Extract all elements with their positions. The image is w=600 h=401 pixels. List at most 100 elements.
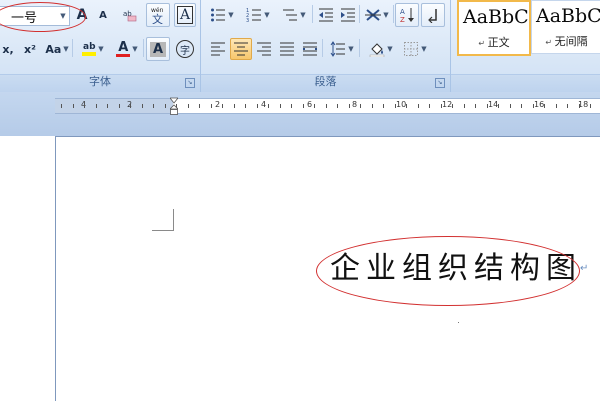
subscript-icon: x, <box>2 42 14 56</box>
ruler-tick <box>72 104 74 108</box>
ruler-tick <box>521 104 522 108</box>
distributed-button[interactable] <box>299 38 321 60</box>
highlighter-icon: ab <box>82 42 97 56</box>
ruler-tick <box>498 104 499 108</box>
style-sample: AaBbC <box>463 6 529 28</box>
ruler-label: 10 <box>396 100 407 109</box>
justify-button[interactable] <box>276 38 298 60</box>
ruler-tick <box>578 104 580 108</box>
ruler-tick <box>567 104 568 108</box>
text-highlight-button[interactable]: ab ▼ <box>76 38 110 60</box>
ruler-tick <box>153 104 154 108</box>
chevron-down-icon[interactable]: ▼ <box>57 12 69 20</box>
shading-button[interactable]: ▼ <box>363 38 399 60</box>
character-shading-button[interactable]: A <box>146 37 170 61</box>
style-name: ↵ 无间隔 <box>545 35 588 48</box>
ruler-tick <box>164 104 166 108</box>
ruler-tick <box>406 104 407 108</box>
font-group-label: 字体 <box>89 75 111 88</box>
bullet-list-icon <box>210 7 226 23</box>
margin-corner-mark <box>152 209 174 231</box>
shrink-font-icon: A <box>99 9 107 21</box>
ruler-label: 12 <box>442 100 453 109</box>
font-dialog-launcher[interactable]: ↘ <box>185 78 195 88</box>
sort-button[interactable]: AZ <box>395 3 419 27</box>
document-title-text[interactable]: 企业组织结构图 <box>330 243 582 287</box>
decrease-indent-button[interactable] <box>315 4 337 26</box>
ruler-tick <box>417 104 419 108</box>
ruler-tick <box>337 104 338 108</box>
ruler-label: 18 <box>578 100 589 109</box>
ruler-label: 14 <box>488 100 499 109</box>
increase-indent-button[interactable] <box>337 4 359 26</box>
ruler-tick <box>440 104 442 108</box>
ruler-label: 2 <box>215 100 221 109</box>
ruler-tick <box>544 104 545 108</box>
subscript-button[interactable]: x, <box>0 38 18 60</box>
superscript-button[interactable]: x² <box>20 38 40 60</box>
svg-text:文: 文 <box>152 12 163 24</box>
separator <box>322 39 323 57</box>
separator <box>393 5 394 23</box>
multilevel-list-icon <box>282 7 298 23</box>
chevron-down-icon: ▼ <box>228 11 234 19</box>
ruler-tick <box>394 104 396 108</box>
ruler-tick <box>199 104 200 108</box>
font-color-button[interactable]: A ▼ <box>111 38 143 60</box>
align-center-button[interactable] <box>230 38 252 60</box>
chinese-layout-button[interactable]: ▼ <box>361 4 393 26</box>
align-left-button[interactable] <box>207 38 229 60</box>
character-border-button[interactable]: A <box>174 3 196 27</box>
enclose-icon: 字 <box>176 40 194 58</box>
clear-formatting-button[interactable]: ab <box>118 4 142 26</box>
document-page[interactable]: 企业组织结构图 ↵ <box>55 136 600 401</box>
horizontal-ruler[interactable]: 4 2 2 4 6 8 10 12 14 16 18 <box>55 98 600 114</box>
chevron-down-icon: ▼ <box>387 45 393 53</box>
align-left-icon <box>210 41 226 57</box>
ruler-tick <box>130 104 131 108</box>
font-group: 字体 ↘ 一号 ▼ A A ab wén 文 A x, x² Aa ▼ ab ▼… <box>0 0 201 92</box>
eraser-icon: ab <box>122 7 138 23</box>
ruler-tick <box>383 104 384 108</box>
font-size-value: 一号 <box>11 10 38 26</box>
paragraph-group-label: 段落 <box>314 75 337 88</box>
ruler-tick <box>429 104 430 108</box>
distributed-icon <box>302 41 318 57</box>
style-normal[interactable]: AaBbC ↵ 正文 <box>457 0 531 56</box>
bullets-button[interactable]: ▼ <box>205 4 239 26</box>
chevron-down-icon: ▼ <box>264 11 270 19</box>
change-case-button[interactable]: Aa ▼ <box>42 38 72 60</box>
separator <box>312 5 313 23</box>
ruler-tick <box>302 104 304 108</box>
ruler-tick <box>107 104 108 108</box>
ruler-tick <box>84 104 85 108</box>
font-group-footer: 字体 ↘ <box>0 74 200 92</box>
show-marks-button[interactable] <box>421 3 445 27</box>
borders-button[interactable]: ▼ <box>399 38 431 60</box>
grow-font-button[interactable]: A <box>72 4 92 26</box>
ruler-tick <box>291 104 292 108</box>
ruler-tick <box>371 104 373 108</box>
line-spacing-button[interactable]: ▼ <box>325 38 359 60</box>
ruler-tick <box>268 104 269 108</box>
phonetic-guide-button[interactable]: wén 文 <box>146 3 170 27</box>
shrink-font-button[interactable]: A <box>93 4 113 26</box>
paragraph-mark: ↵ <box>580 263 589 274</box>
ruler-tick <box>118 104 120 108</box>
numbering-button[interactable]: 123 ▼ <box>241 4 275 26</box>
indent-marker-icon[interactable] <box>170 97 178 115</box>
chinese-layout-icon <box>365 7 382 23</box>
chevron-down-icon: ▼ <box>383 11 389 19</box>
font-size-combobox[interactable]: 一号 ▼ <box>0 6 70 26</box>
ruler-label: 8 <box>352 100 358 109</box>
multilevel-list-button[interactable]: ▼ <box>277 4 311 26</box>
style-no-spacing[interactable]: AaBbC ↵ 无间隔 <box>531 0 600 54</box>
align-right-button[interactable] <box>253 38 275 60</box>
justify-icon <box>279 41 295 57</box>
svg-text:Z: Z <box>400 16 405 24</box>
paragraph-dialog-launcher[interactable]: ↘ <box>435 78 445 88</box>
styles-group-footer <box>451 74 600 92</box>
enclose-characters-button[interactable]: 字 <box>174 37 196 61</box>
styles-group: AaBbC ↵ 正文 AaBbC ↵ 无间隔 <box>451 0 600 92</box>
svg-text:3: 3 <box>246 18 249 23</box>
